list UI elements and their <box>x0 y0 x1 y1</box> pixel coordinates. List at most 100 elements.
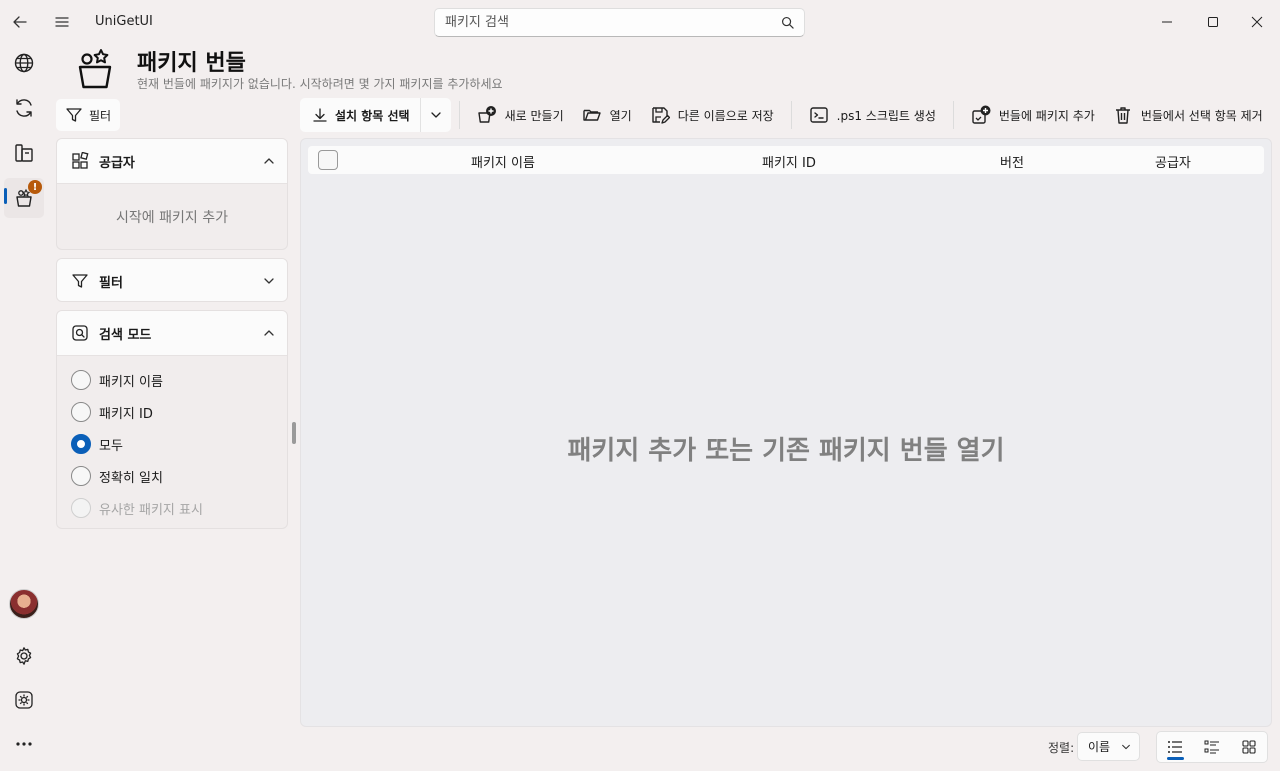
manager-gear-icon <box>15 691 33 709</box>
close-button[interactable] <box>1234 4 1280 40</box>
radio-label: 패키지 이름 <box>99 374 163 390</box>
radio-button[interactable] <box>71 370 91 390</box>
chevron-up-icon <box>264 158 274 164</box>
install-options-dropdown[interactable] <box>420 98 451 132</box>
radio-button-selected[interactable] <box>71 434 91 454</box>
filters-panel-title: 필터 <box>99 275 123 291</box>
sources-panel-title: 공급자 <box>99 155 135 171</box>
nav-updates[interactable] <box>4 88 44 128</box>
chevron-up-icon <box>264 330 274 336</box>
search-mode-option-id[interactable]: 패키지 ID <box>57 396 287 428</box>
more-icon <box>16 742 32 746</box>
sources-panel-header[interactable]: 공급자 <box>57 139 287 183</box>
radio-button[interactable] <box>71 402 91 422</box>
install-selected-label: 설치 항목 선택 <box>335 108 410 123</box>
nav-more[interactable] <box>4 724 44 764</box>
hamburger-icon <box>55 17 69 27</box>
nav-bundles-badge: ! <box>28 180 42 194</box>
select-all-checkbox[interactable] <box>318 150 338 170</box>
page-subtitle: 현재 번들에 패키지가 없습니다. 시작하려면 몇 가지 패키지를 추가하세요 <box>137 77 503 91</box>
view-mode-group <box>1156 731 1268 763</box>
filter-icon <box>72 274 88 288</box>
toolbar-separator <box>790 101 792 129</box>
menu-button[interactable] <box>42 2 82 42</box>
nav-active-indicator <box>4 188 7 204</box>
add-package-icon <box>972 105 991 124</box>
gear-icon <box>16 647 32 665</box>
remove-selected-button[interactable]: 번들에서 선택 항목 제거 <box>1104 98 1272 132</box>
view-detail-list-button[interactable] <box>1194 732 1231 762</box>
toolbar-separator <box>952 101 954 129</box>
search-icon <box>781 16 794 29</box>
add-to-bundle-button[interactable]: 번들에 패키지 추가 <box>962 98 1104 132</box>
refresh-icon <box>16 99 32 117</box>
create-ps1-label: .ps1 스크립트 생성 <box>836 108 936 123</box>
search-box[interactable] <box>434 8 805 37</box>
search-mode-option-all[interactable]: 모두 <box>57 428 287 460</box>
sort-select-value: 이름 <box>1088 740 1111 754</box>
add-to-bundle-label: 번들에 패키지 추가 <box>998 108 1095 123</box>
radio-label: 정확히 일치 <box>99 470 163 486</box>
column-header-version[interactable]: 버전 <box>1000 152 1024 171</box>
detail-list-icon <box>1204 740 1219 754</box>
avatar[interactable] <box>9 589 39 619</box>
save-as-button[interactable]: 다른 이름으로 저장 <box>641 98 783 132</box>
new-bundle-button[interactable]: 새로 만들기 <box>468 98 573 132</box>
new-bundle-icon <box>477 106 496 123</box>
folder-open-icon <box>582 109 601 121</box>
filter-toggle-button[interactable]: 필터 <box>56 99 120 131</box>
view-list-button[interactable] <box>1157 732 1194 762</box>
installed-packages-icon <box>15 144 33 162</box>
nav-discover[interactable] <box>4 43 44 83</box>
search-input[interactable] <box>445 15 781 30</box>
chevron-down-icon <box>264 278 274 284</box>
view-grid-button[interactable] <box>1230 732 1267 762</box>
sources-panel: 공급자 시작에 패키지 추가 <box>56 138 288 250</box>
nav-bundles[interactable]: ! <box>4 178 44 218</box>
remove-selected-label: 번들에서 선택 항목 제거 <box>1140 108 1263 123</box>
nav-settings[interactable] <box>4 636 44 676</box>
page-title: 패키지 번들 <box>137 51 246 76</box>
sources-icon <box>72 152 89 169</box>
chevron-down-icon <box>1122 744 1130 749</box>
search-mode-option-exact[interactable]: 정확히 일치 <box>57 460 287 492</box>
sources-empty-text: 시작에 패키지 추가 <box>57 183 287 249</box>
terminal-icon <box>809 107 828 123</box>
download-icon <box>313 108 327 122</box>
open-bundle-label: 열기 <box>609 108 632 123</box>
sort-select[interactable]: 이름 <box>1077 732 1140 761</box>
radio-label: 패키지 ID <box>99 406 153 422</box>
radio-button[interactable] <box>71 466 91 486</box>
create-ps1-button[interactable]: .ps1 스크립트 생성 <box>800 98 945 132</box>
panel-splitter-handle[interactable] <box>292 422 296 444</box>
filters-panel: 필터 <box>56 258 288 302</box>
close-icon <box>1251 16 1263 28</box>
minimize-button[interactable] <box>1144 4 1190 40</box>
back-button[interactable] <box>0 2 40 42</box>
nav-installed[interactable] <box>4 133 44 173</box>
radio-label: 유사한 패키지 표시 <box>99 502 203 518</box>
search-mode-option-name[interactable]: 패키지 이름 <box>57 364 287 396</box>
column-header-source[interactable]: 공급자 <box>1155 152 1191 171</box>
search-mode-panel-header[interactable]: 검색 모드 <box>57 311 287 355</box>
install-selected-button[interactable]: 설치 항목 선택 <box>300 98 421 132</box>
back-arrow-icon <box>13 16 27 28</box>
radio-button-disabled <box>71 498 91 518</box>
column-header-name[interactable]: 패키지 이름 <box>471 152 535 171</box>
search-mode-panel: 검색 모드 패키지 이름 패키지 ID 모두 정확히 일치 유사한 패키지 표시 <box>56 310 288 529</box>
maximize-button[interactable] <box>1190 4 1236 40</box>
maximize-icon <box>1208 17 1218 27</box>
bundle-header-icon <box>78 49 112 89</box>
save-as-icon <box>652 107 670 124</box>
filter-toggle-label: 필터 <box>88 108 112 123</box>
column-header-id[interactable]: 패키지 ID <box>762 152 816 171</box>
list-view-icon <box>1168 741 1183 753</box>
trash-icon <box>1115 107 1130 124</box>
app-title: UniGetUI <box>95 14 153 29</box>
filters-panel-header[interactable]: 필터 <box>57 259 287 301</box>
toolbar-separator <box>458 101 460 129</box>
chevron-down-icon <box>430 112 441 118</box>
minimize-icon <box>1162 21 1172 23</box>
nav-manager-settings[interactable] <box>4 680 44 720</box>
open-bundle-button[interactable]: 열기 <box>573 98 641 132</box>
